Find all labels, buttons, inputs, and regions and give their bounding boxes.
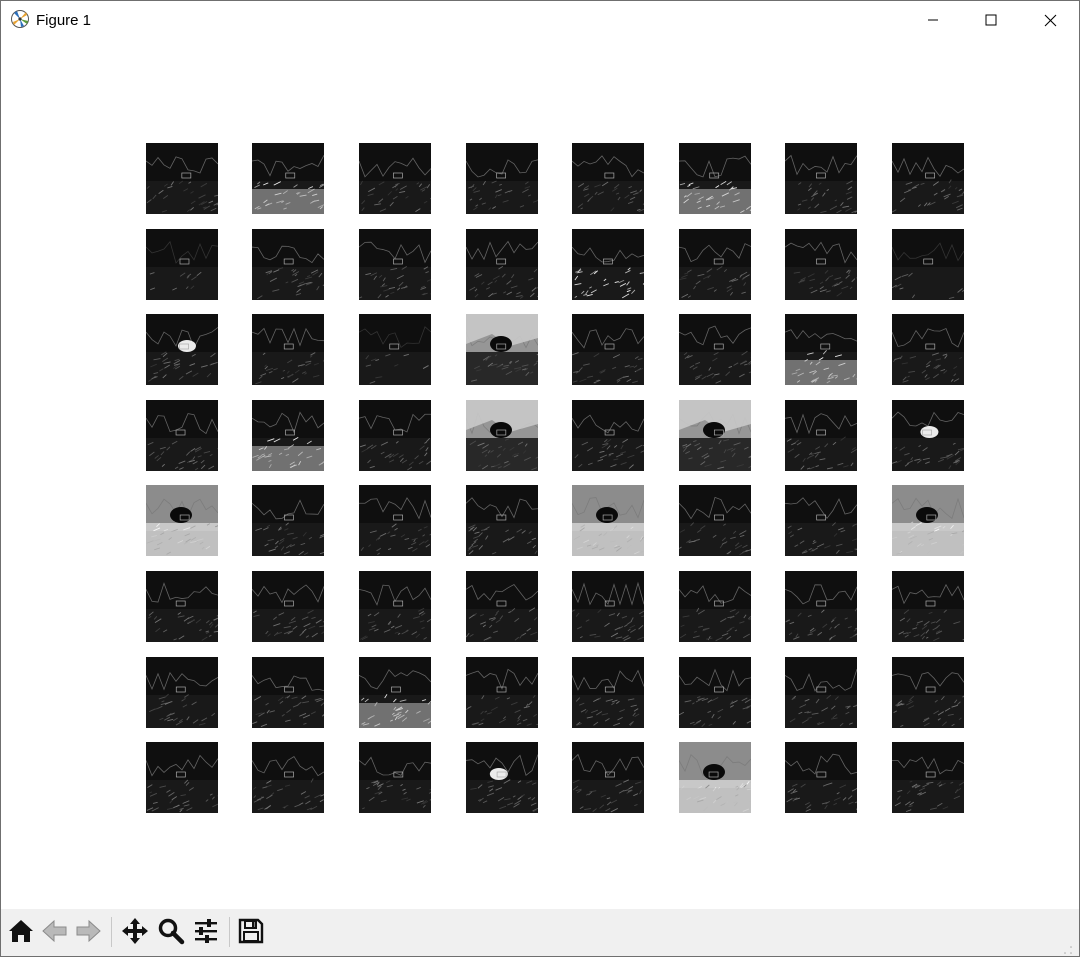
maximize-icon [985, 14, 997, 26]
feature-map-subplot [466, 400, 538, 471]
figure-canvas[interactable] [1, 39, 1079, 909]
close-icon [1044, 14, 1057, 27]
feature-map-subplot [466, 314, 538, 385]
feature-map-subplot [466, 143, 538, 214]
feature-map-subplot [679, 400, 751, 471]
feature-map-subplot [146, 657, 218, 728]
feature-map-subplot [466, 742, 538, 813]
feature-map-subplot [892, 742, 964, 813]
feature-map-subplot [572, 485, 644, 556]
feature-map-subplot [679, 657, 751, 728]
feature-map-subplot [359, 229, 431, 300]
feature-map-subplot [252, 742, 324, 813]
feature-map-subplot [572, 229, 644, 300]
feature-map-subplot [359, 485, 431, 556]
magnifier-icon [157, 917, 185, 950]
feature-map-subplot [359, 143, 431, 214]
feature-map-subplot [252, 229, 324, 300]
back-button[interactable] [39, 917, 71, 949]
feature-map-subplot [892, 143, 964, 214]
home-icon [7, 917, 35, 950]
figure-window: Figure 1 [0, 0, 1080, 957]
feature-map-subplot [252, 314, 324, 385]
zoom-button[interactable] [155, 917, 187, 949]
feature-map-subplot [892, 314, 964, 385]
close-button[interactable] [1021, 1, 1079, 39]
toolbar-separator [229, 917, 230, 947]
feature-map-subplot [572, 742, 644, 813]
feature-map-subplot [785, 742, 857, 813]
move-arrows-icon [121, 917, 149, 950]
configure-subplots-button[interactable] [190, 917, 222, 949]
feature-map-subplot [359, 657, 431, 728]
floppy-disk-icon [237, 917, 265, 950]
feature-map-subplot [466, 571, 538, 642]
feature-map-subplot [359, 571, 431, 642]
feature-map-subplot [679, 571, 751, 642]
feature-map-subplot [785, 571, 857, 642]
feature-map-subplot [252, 485, 324, 556]
save-button[interactable] [235, 917, 267, 949]
feature-map-subplot [679, 143, 751, 214]
feature-map-subplot [252, 571, 324, 642]
feature-map-subplot [466, 485, 538, 556]
feature-map-subplot [252, 400, 324, 471]
navigation-toolbar [1, 909, 1079, 956]
feature-map-subplot [572, 657, 644, 728]
feature-map-subplot [572, 571, 644, 642]
feature-map-subplot [785, 400, 857, 471]
feature-map-subplot [892, 400, 964, 471]
sliders-icon [192, 917, 220, 950]
feature-map-subplot [146, 571, 218, 642]
feature-map-subplot [785, 143, 857, 214]
feature-map-subplot [679, 229, 751, 300]
feature-map-subplot [146, 229, 218, 300]
feature-map-subplot [146, 314, 218, 385]
resize-grip-icon[interactable] [1063, 942, 1073, 952]
feature-map-subplot [359, 400, 431, 471]
feature-map-subplot [785, 657, 857, 728]
forward-button[interactable] [72, 917, 104, 949]
feature-map-subplot [466, 657, 538, 728]
maximize-button[interactable] [962, 1, 1020, 39]
back-arrow-icon [41, 917, 69, 950]
toolbar-separator [111, 917, 112, 947]
minimize-button[interactable] [904, 1, 962, 39]
feature-map-subplot [572, 314, 644, 385]
feature-map-subplot [359, 314, 431, 385]
feature-map-subplot [146, 400, 218, 471]
feature-map-subplot [785, 485, 857, 556]
feature-map-subplot [146, 742, 218, 813]
feature-map-subplot [892, 485, 964, 556]
feature-map-subplot [146, 143, 218, 214]
feature-map-subplot [785, 229, 857, 300]
forward-arrow-icon [74, 917, 102, 950]
feature-map-subplot [785, 314, 857, 385]
feature-map-subplot [679, 485, 751, 556]
feature-map-subplot [359, 742, 431, 813]
window-title: Figure 1 [36, 12, 91, 29]
minimize-icon [927, 14, 939, 26]
feature-map-subplot [572, 143, 644, 214]
feature-map-subplot [679, 314, 751, 385]
feature-map-subplot [146, 485, 218, 556]
home-button[interactable] [5, 917, 37, 949]
title-bar[interactable]: Figure 1 [1, 1, 1079, 39]
feature-map-subplot [252, 143, 324, 214]
feature-map-subplot [679, 742, 751, 813]
feature-map-subplot [466, 229, 538, 300]
feature-map-subplot [892, 229, 964, 300]
pan-button[interactable] [119, 917, 151, 949]
feature-map-subplot [892, 657, 964, 728]
feature-map-subplot [252, 657, 324, 728]
feature-map-subplot [892, 571, 964, 642]
feature-map-subplot [572, 400, 644, 471]
matplotlib-icon [10, 9, 30, 29]
